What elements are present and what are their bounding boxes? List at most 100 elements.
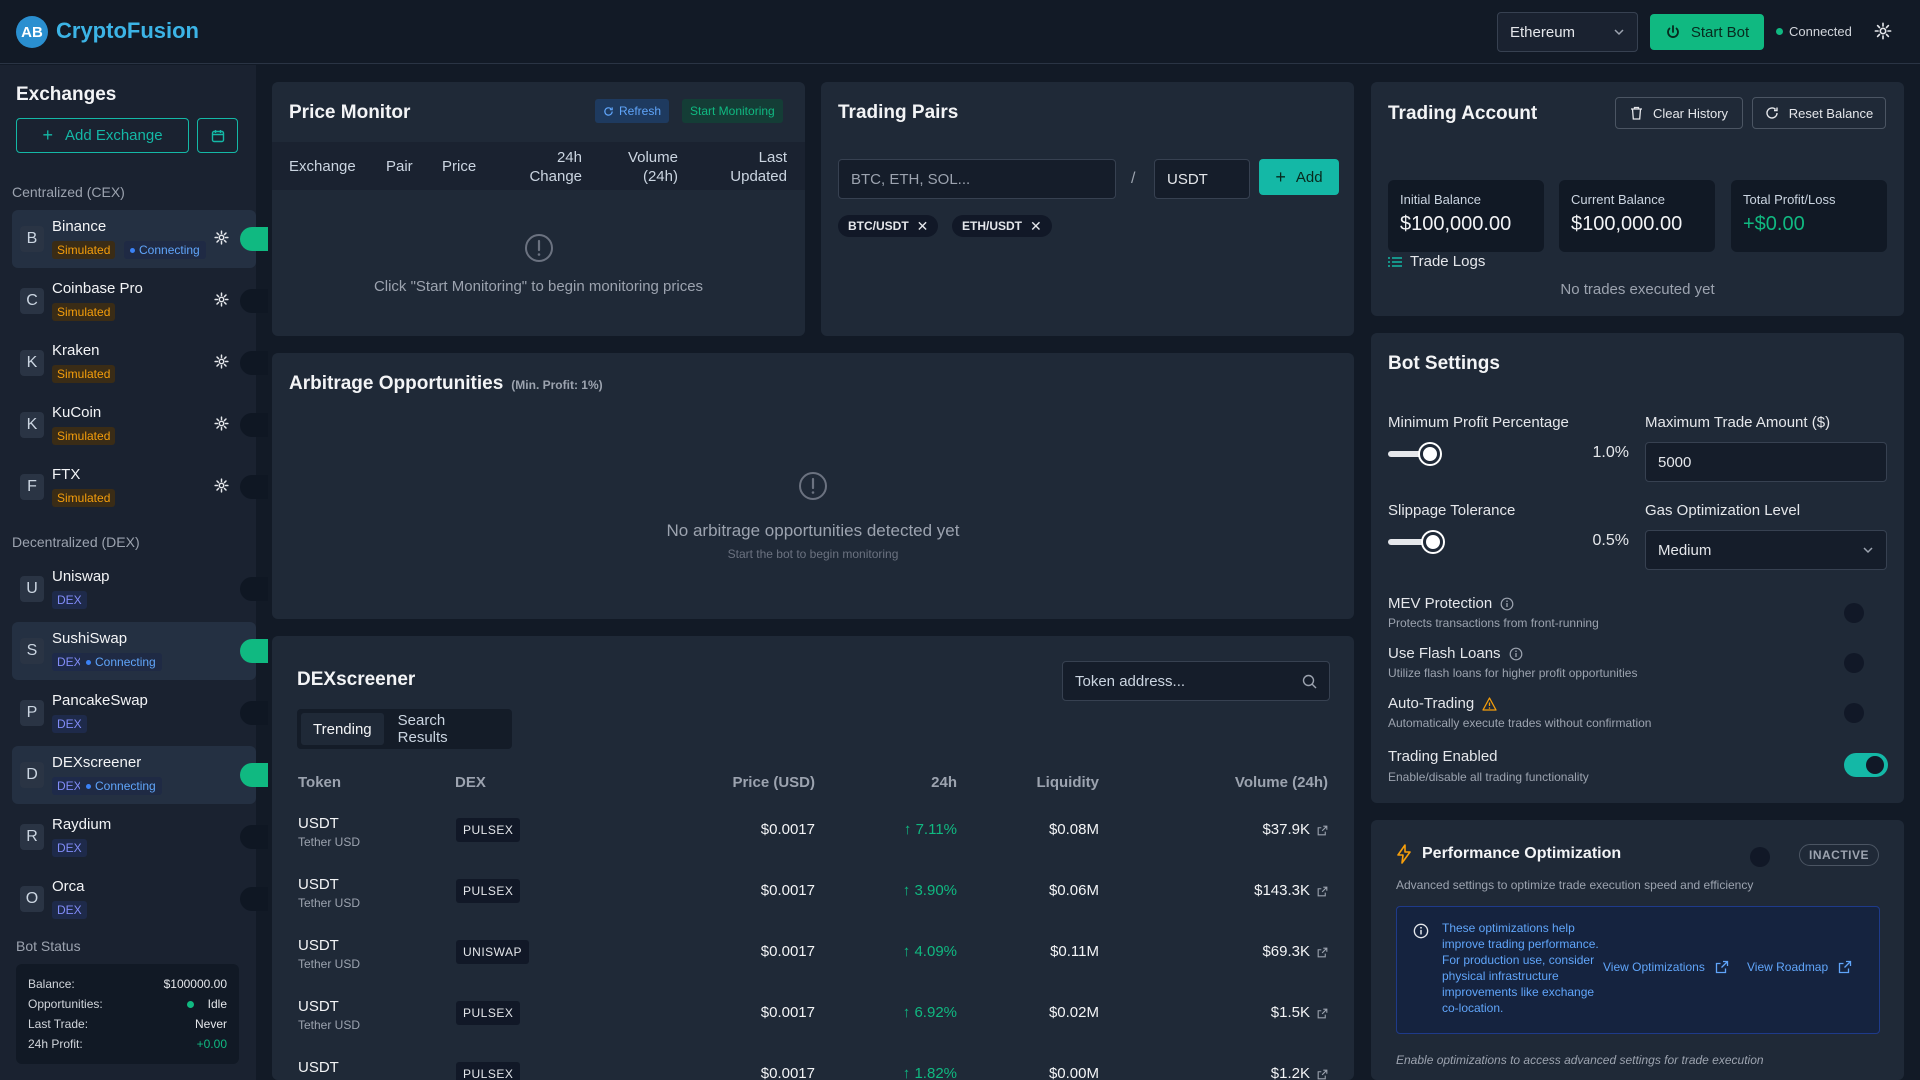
- external-link-icon[interactable]: [1317, 886, 1328, 897]
- tab-search-results[interactable]: Search Results: [388, 712, 508, 746]
- exchange-toggle[interactable]: [240, 227, 268, 251]
- performance-info-box: These optimizations help improve trading…: [1396, 906, 1880, 1034]
- add-pair-button[interactable]: + Add: [1259, 159, 1339, 195]
- flash-loans-desc: Utilize flash loans for higher profit op…: [1388, 666, 1638, 680]
- price-change: ↑ 4.09%: [902, 943, 957, 960]
- slider-handle[interactable]: [1420, 444, 1440, 464]
- table-row[interactable]: USDT Tether USD PULSEX $0.0017 ↑ 7.11% $0.08M…: [272, 808, 1328, 869]
- connection-status-text: Connected: [1789, 24, 1852, 39]
- gear-icon[interactable]: [214, 354, 229, 369]
- token-symbol: USDT: [298, 876, 339, 893]
- status-dot-icon: [130, 247, 135, 253]
- tab-trending[interactable]: Trending: [301, 713, 384, 745]
- clear-history-button[interactable]: Clear History: [1615, 97, 1743, 129]
- token-search-input[interactable]: Token address...: [1062, 661, 1330, 701]
- flash-loans-toggle[interactable]: [1844, 653, 1864, 673]
- table-row[interactable]: USDT Tether USD UNISWAP $0.0017 ↑ 4.09% $0.11…: [272, 930, 1328, 991]
- exchange-name: SushiSwap: [52, 630, 128, 647]
- exchange-item[interactable]: C Coinbase Pro Simulated: [12, 272, 268, 330]
- quote-token-input[interactable]: USDT: [1154, 159, 1250, 199]
- pair-chip: BTC/USDT ✕: [838, 215, 939, 237]
- exchange-toggle[interactable]: [240, 413, 268, 437]
- col-price: Price: [442, 158, 477, 175]
- trading-enabled-toggle[interactable]: [1844, 753, 1888, 777]
- start-monitoring-button[interactable]: Start Monitoring: [682, 99, 783, 123]
- gear-icon[interactable]: [214, 292, 229, 307]
- reset-balance-button[interactable]: Reset Balance: [1752, 97, 1886, 129]
- power-icon: [1666, 25, 1679, 38]
- min-profit-slider[interactable]: [1388, 442, 1440, 466]
- start-bot-button[interactable]: Start Bot: [1650, 14, 1764, 50]
- exchange-item[interactable]: S SushiSwap DEX Connecting: [12, 622, 268, 680]
- token-symbol: USDT: [298, 937, 339, 954]
- external-link-icon[interactable]: [1317, 947, 1328, 958]
- refresh-button[interactable]: Refresh: [595, 99, 670, 123]
- settings-button[interactable]: [1874, 22, 1892, 40]
- exchange-toggle[interactable]: [240, 763, 268, 787]
- exchange-item[interactable]: P PancakeSwap DEX: [12, 684, 268, 742]
- auto-trading-row: Auto-Trading: [1388, 695, 1497, 712]
- trade-logs-header[interactable]: Trade Logs: [1388, 253, 1485, 270]
- exchange-item[interactable]: D DEXscreener DEX Connecting: [12, 746, 268, 804]
- profit-loss-stat: Total Profit/Loss +$0.00: [1731, 180, 1887, 252]
- bot-settings-title: Bot Settings: [1388, 353, 1500, 374]
- gear-icon[interactable]: [214, 478, 229, 493]
- exchange-item[interactable]: K Kraken Simulated: [12, 334, 268, 392]
- external-link-icon[interactable]: [1317, 1069, 1328, 1080]
- exchange-type-badge: DEX: [52, 591, 87, 609]
- price-monitor-card: Price Monitor Refresh Start Monitoring E…: [272, 82, 805, 336]
- performance-toggle[interactable]: [1750, 847, 1770, 867]
- logo-avatar: AB: [16, 16, 48, 48]
- exchange-toggle[interactable]: [240, 825, 268, 849]
- slider-handle[interactable]: [1423, 532, 1443, 552]
- gear-icon[interactable]: [214, 416, 229, 431]
- arbitrage-empty-title: No arbitrage opportunities detected yet: [666, 521, 960, 540]
- exchange-item[interactable]: O Orca DEX: [12, 870, 268, 928]
- trading-enabled-desc: Enable/disable all trading functionality: [1388, 770, 1589, 784]
- network-select[interactable]: Ethereum: [1497, 12, 1638, 52]
- performance-title: Performance Optimization: [1422, 845, 1622, 862]
- external-link-icon[interactable]: [1317, 1008, 1328, 1019]
- exchange-type-badge: Simulated: [52, 303, 116, 321]
- exchange-toggle[interactable]: [240, 639, 268, 663]
- token-symbol: USDT: [298, 1059, 339, 1076]
- table-row[interactable]: USDT Tether USD PULSEX $0.0017 ↑ 3.90% $0.06M…: [272, 869, 1328, 930]
- exchange-item[interactable]: B Binance Simulated Connecting: [12, 210, 268, 268]
- exchange-item[interactable]: R Raydium DEX: [12, 808, 268, 866]
- exchange-item[interactable]: U Uniswap DEX: [12, 560, 268, 618]
- max-trade-input[interactable]: 5000: [1645, 442, 1887, 482]
- auto-trading-toggle[interactable]: [1844, 703, 1864, 723]
- mev-protection-toggle[interactable]: [1844, 603, 1864, 623]
- gas-select[interactable]: Medium: [1645, 530, 1887, 570]
- network-select-value: Ethereum: [1510, 23, 1576, 41]
- bot-status-panel: Balance: $100000.00 Opportunities: Idle La…: [16, 964, 239, 1064]
- exchange-letter-icon: K: [20, 412, 44, 438]
- exchange-letter-icon: K: [20, 350, 44, 376]
- exchange-item[interactable]: K KuCoin Simulated: [12, 396, 268, 454]
- close-icon[interactable]: ✕: [917, 218, 929, 235]
- exchange-toggle[interactable]: [240, 351, 268, 375]
- add-exchange-button[interactable]: + Add Exchange: [16, 118, 189, 153]
- connecting-badge: Connecting: [80, 653, 162, 671]
- base-token-input[interactable]: BTC, ETH, SOL...: [838, 159, 1116, 199]
- exchange-toggle[interactable]: [240, 577, 268, 601]
- trash-icon: [1630, 106, 1642, 120]
- bot-status-row: 24h Profit: +0.00: [28, 1037, 227, 1051]
- view-optimizations-link[interactable]: View Optimizations: [1603, 960, 1729, 974]
- close-icon[interactable]: ✕: [1030, 218, 1042, 235]
- arbitrage-header: Arbitrage Opportunities (Min. Profit: 1%…: [289, 373, 603, 395]
- view-roadmap-link[interactable]: View Roadmap: [1747, 960, 1852, 974]
- calendar-button[interactable]: [197, 118, 238, 153]
- external-link-icon[interactable]: [1317, 825, 1328, 836]
- gear-icon[interactable]: [214, 230, 229, 245]
- exchange-toggle[interactable]: [240, 289, 268, 313]
- table-row[interactable]: USDT PULSEX $0.0017 ↑ 1.82% $0.00M $1.2K: [272, 1052, 1328, 1080]
- exchange-toggle[interactable]: [240, 475, 268, 499]
- table-row[interactable]: USDT Tether USD PULSEX $0.0017 ↑ 6.92% $0.02M…: [272, 991, 1328, 1052]
- slippage-slider[interactable]: [1388, 530, 1443, 554]
- connecting-badge: Connecting: [80, 777, 162, 795]
- exchange-letter-icon: P: [20, 700, 44, 726]
- exchange-item[interactable]: F FTX Simulated: [12, 458, 268, 516]
- exchange-toggle[interactable]: [240, 701, 268, 725]
- exchange-toggle[interactable]: [240, 887, 268, 911]
